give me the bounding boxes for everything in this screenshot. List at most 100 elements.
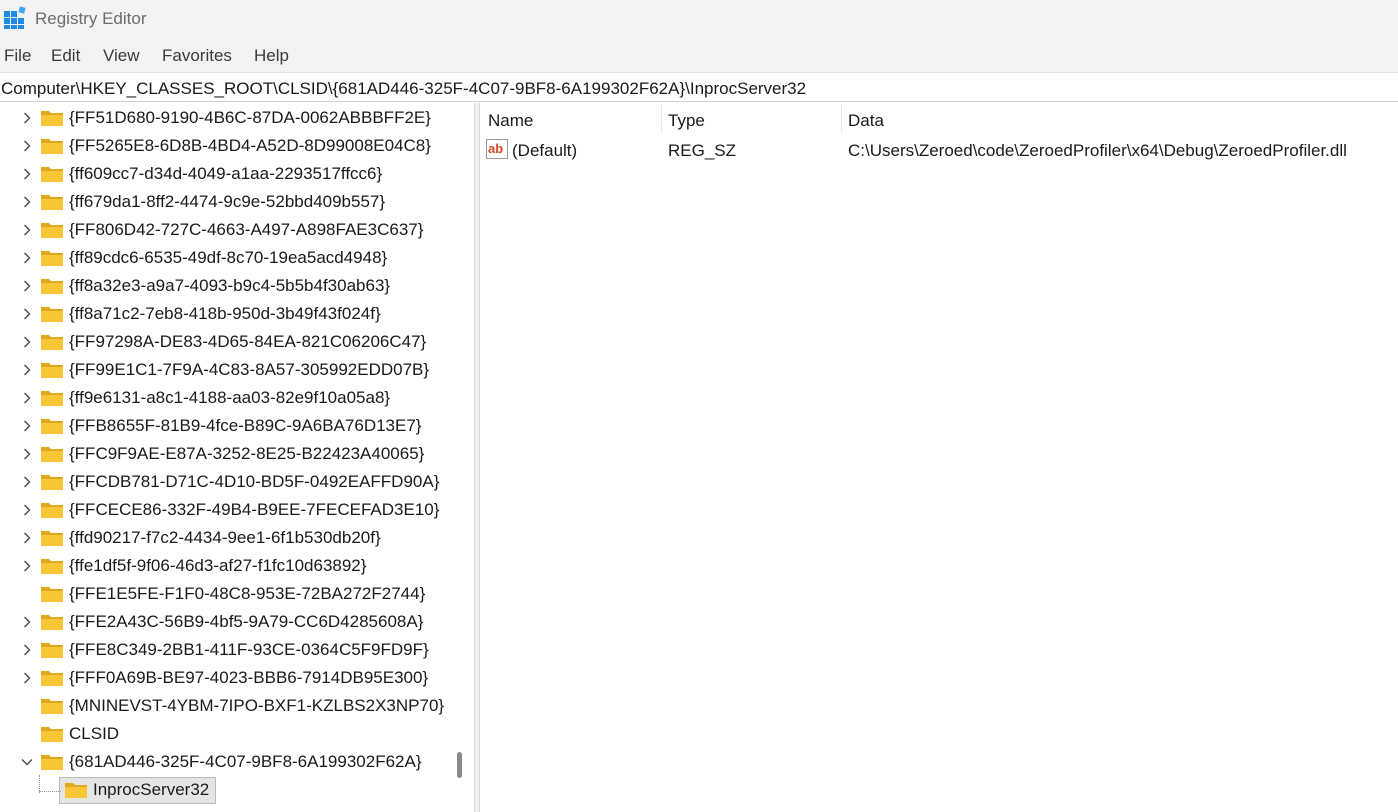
tree-item[interactable]: {681AD446-325F-4C07-9BF8-6A199302F62A} xyxy=(0,748,446,776)
menu-view[interactable]: View xyxy=(103,46,140,66)
folder-icon xyxy=(41,615,63,630)
chevron-right-icon[interactable] xyxy=(21,280,33,292)
value-data: C:\Users\Zeroed\code\ZeroedProfiler\x64\… xyxy=(848,141,1347,160)
tree-item-label: {FF99E1C1-7F9A-4C83-8A57-305992EDD07B} xyxy=(69,360,430,379)
tree-item[interactable]: {FFCDB781-D71C-4D10-BD5F-0492EAFFD90A} xyxy=(0,468,446,496)
tree-item[interactable]: {ffe1df5f-9f06-46d3-af27-f1fc10d63892} xyxy=(0,552,446,580)
tree-item[interactable]: {FF99E1C1-7F9A-4C83-8A57-305992EDD07B} xyxy=(0,356,446,384)
tree-item[interactable]: {ff8a71c2-7eb8-418b-950d-3b49f43f024f} xyxy=(0,300,446,328)
tree-item-label: {MNINEVST-4YBM-7IPO-BXF1-KZLBS2X3NP70} xyxy=(69,696,445,715)
tree-item-label: {FFC9F9AE-E87A-3252-8E25-B22423A40065} xyxy=(69,444,425,463)
folder-icon xyxy=(41,699,63,714)
tree-item[interactable]: {FFF0A69B-BE97-4023-BBB6-7914DB95E300} xyxy=(0,664,446,692)
chevron-right-icon[interactable] xyxy=(21,532,33,544)
chevron-right-icon[interactable] xyxy=(21,224,33,236)
chevron-right-icon[interactable] xyxy=(21,672,33,684)
column-header-type[interactable]: Type xyxy=(662,103,842,135)
folder-icon xyxy=(41,447,63,462)
folder-icon xyxy=(41,531,63,546)
chevron-right-icon[interactable] xyxy=(21,644,33,656)
tree-item-label: {FFB8655F-81B9-4fce-B89C-9A6BA76D13E7} xyxy=(69,416,422,435)
tree-item[interactable]: {FF51D680-9190-4B6C-87DA-0062ABBBFF2E} xyxy=(0,104,446,132)
window-title: Registry Editor xyxy=(35,9,147,28)
tree-item[interactable]: {FFE2A43C-56B9-4bf5-9A79-CC6D4285608A} xyxy=(0,608,446,636)
tree-item[interactable]: InprocServer32 xyxy=(0,776,446,804)
chevron-right-icon[interactable] xyxy=(21,448,33,460)
values-list[interactable]: Name Type Data ab (Default) REG_SZ C:\Us… xyxy=(481,103,1398,812)
tree-item-label: {ffe1df5f-9f06-46d3-af27-f1fc10d63892} xyxy=(69,556,367,575)
tree-item-label: {FFF0A69B-BE97-4023-BBB6-7914DB95E300} xyxy=(69,668,429,687)
folder-icon xyxy=(41,111,63,126)
tree-item[interactable]: {ff9e6131-a8c1-4188-aa03-82e9f10a05a8} xyxy=(0,384,446,412)
tree-item[interactable]: {ff609cc7-d34d-4049-a1aa-2293517ffcc6} xyxy=(0,160,446,188)
tree-item[interactable]: {ffd90217-f7c2-4434-9ee1-6f1b530db20f} xyxy=(0,524,446,552)
tree-item-label: {FFE1E5FE-F1F0-48C8-953E-72BA272F2744} xyxy=(69,584,426,603)
tree-item-label: {ff609cc7-d34d-4049-a1aa-2293517ffcc6} xyxy=(69,164,383,183)
tree-item[interactable]: {ff679da1-8ff2-4474-9c9e-52bbd409b557} xyxy=(0,188,446,216)
chevron-right-icon[interactable] xyxy=(21,392,33,404)
svg-text:ab: ab xyxy=(488,141,503,156)
menu-edit[interactable]: Edit xyxy=(51,46,80,66)
tree-item-label: {ffd90217-f7c2-4434-9ee1-6f1b530db20f} xyxy=(69,528,381,547)
pane-splitter[interactable] xyxy=(474,103,480,812)
tree-item[interactable]: {ff8a32e3-a9a7-4093-b9c4-5b5b4f30ab63} xyxy=(0,272,446,300)
address-bar[interactable]: Computer\HKEY_CLASSES_ROOT\CLSID\{681AD4… xyxy=(0,72,1398,102)
chevron-right-icon[interactable] xyxy=(21,476,33,488)
chevron-right-icon[interactable] xyxy=(21,168,33,180)
tree-item[interactable]: {FF806D42-727C-4663-A497-A898FAE3C637} xyxy=(0,216,446,244)
tree-item-label: {ff89cdc6-6535-49df-8c70-19ea5acd4948} xyxy=(69,248,388,267)
tree-item-label: {ff9e6131-a8c1-4188-aa03-82e9f10a05a8} xyxy=(69,388,391,407)
chevron-right-icon[interactable] xyxy=(21,420,33,432)
chevron-right-icon[interactable] xyxy=(21,196,33,208)
folder-icon xyxy=(41,139,63,154)
tree-item[interactable]: {ff89cdc6-6535-49df-8c70-19ea5acd4948} xyxy=(0,244,446,272)
tree-item-label: {FFCECE86-332F-49B4-B9EE-7FECEFAD3E10} xyxy=(69,500,440,519)
folder-icon xyxy=(41,223,63,238)
folder-icon xyxy=(41,755,63,770)
folder-icon xyxy=(41,251,63,266)
value-type: REG_SZ xyxy=(668,141,737,160)
key-tree[interactable]: {FF51D680-9190-4B6C-87DA-0062ABBBFF2E} {F… xyxy=(0,103,446,812)
column-header-name[interactable]: Name xyxy=(481,103,661,135)
registry-editor-icon xyxy=(4,6,26,29)
tree-item-label: {FF51D680-9190-4B6C-87DA-0062ABBBFF2E} xyxy=(69,108,431,127)
folder-icon xyxy=(41,671,63,686)
menu-favorites[interactable]: Favorites xyxy=(162,46,232,66)
tree-item[interactable]: {MNINEVST-4YBM-7IPO-BXF1-KZLBS2X3NP70} xyxy=(0,692,446,720)
tree-item-label: {FF806D42-727C-4663-A497-A898FAE3C637} xyxy=(69,220,424,239)
tree-item[interactable]: {FF97298A-DE83-4D65-84EA-821C06206C47} xyxy=(0,328,446,356)
chevron-right-icon[interactable] xyxy=(21,616,33,628)
chevron-right-icon[interactable] xyxy=(21,252,33,264)
folder-icon xyxy=(41,587,63,602)
chevron-right-icon[interactable] xyxy=(21,504,33,516)
chevron-right-icon[interactable] xyxy=(21,364,33,376)
tree-item[interactable]: {FFE1E5FE-F1F0-48C8-953E-72BA272F2744} xyxy=(0,580,446,608)
tree-item[interactable]: {FFE8C349-2BB1-411F-93CE-0364C5F9FD9F} xyxy=(0,636,446,664)
chevron-down-icon[interactable] xyxy=(21,756,33,768)
menu-file[interactable]: File xyxy=(4,46,31,66)
tree-item-label: {ff8a71c2-7eb8-418b-950d-3b49f43f024f} xyxy=(69,304,381,323)
tree-item-label: {FF97298A-DE83-4D65-84EA-821C06206C47} xyxy=(69,332,427,351)
tree-scrollbar[interactable] xyxy=(447,103,471,812)
chevron-right-icon[interactable] xyxy=(21,308,33,320)
chevron-right-icon[interactable] xyxy=(21,336,33,348)
address-path[interactable]: Computer\HKEY_CLASSES_ROOT\CLSID\{681AD4… xyxy=(1,79,806,99)
value-row[interactable]: ab (Default) REG_SZ C:\Users\Zeroed\code… xyxy=(481,136,1398,164)
tree-item[interactable]: {FFCECE86-332F-49B4-B9EE-7FECEFAD3E10} xyxy=(0,496,446,524)
tree-item-label: {681AD446-325F-4C07-9BF8-6A199302F62A} xyxy=(69,752,422,771)
title-bar: Registry Editor xyxy=(0,0,1398,40)
tree-item-label: {ff679da1-8ff2-4474-9c9e-52bbd409b557} xyxy=(69,192,386,211)
tree-item[interactable]: {FF5265E8-6D8B-4BD4-A52D-8D99008E04C8} xyxy=(0,132,446,160)
column-header-data[interactable]: Data xyxy=(842,103,1398,135)
tree-item[interactable]: CLSID xyxy=(0,720,446,748)
tree-scrollbar-thumb[interactable] xyxy=(457,752,462,778)
tree-item[interactable]: {FFC9F9AE-E87A-3252-8E25-B22423A40065} xyxy=(0,440,446,468)
chevron-right-icon[interactable] xyxy=(21,140,33,152)
folder-icon xyxy=(41,363,63,378)
chevron-right-icon[interactable] xyxy=(21,560,33,572)
menu-help[interactable]: Help xyxy=(254,46,289,66)
column-header-type-label: Type xyxy=(668,111,705,130)
chevron-right-icon[interactable] xyxy=(21,112,33,124)
tree-item-label: {ff8a32e3-a9a7-4093-b9c4-5b5b4f30ab63} xyxy=(69,276,391,295)
tree-item[interactable]: {FFB8655F-81B9-4fce-B89C-9A6BA76D13E7} xyxy=(0,412,446,440)
